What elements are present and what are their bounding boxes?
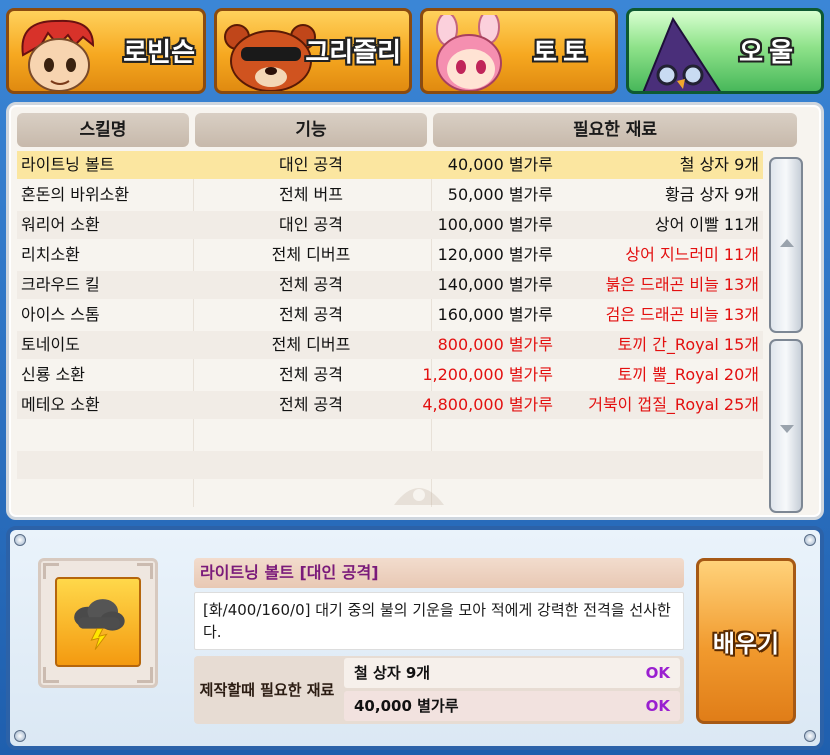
skill-name: 신룡 소환 [21, 365, 85, 384]
skill-function: 전체 디버프 [271, 245, 351, 264]
skill-powder: 40,000 별가루 [447, 155, 553, 174]
skill-icon-button[interactable] [55, 577, 141, 667]
skill-material: 거북이 껍질_Royal 25개 [588, 395, 759, 414]
skill-name: 혼돈의 바위소환 [21, 185, 130, 204]
requirement-status: OK [645, 664, 670, 682]
rivet-icon [804, 730, 816, 742]
table-row[interactable]: 메테오 소환 전체 공격 4,800,000 별가루 거북이 껍질_Royal … [17, 391, 763, 419]
skill-material: 토끼 뿔_Royal 20개 [617, 365, 759, 384]
skill-powder: 4,800,000 별가루 [422, 395, 553, 414]
frame-corner [137, 667, 153, 683]
required-materials-label: 제작할때 필요한 재료 [199, 681, 335, 699]
skill-powder: 100,000 별가루 [437, 215, 553, 234]
header-materials: 필요한 재료 [433, 113, 797, 147]
skill-icon-frame [38, 558, 158, 688]
frame-corner [137, 563, 153, 579]
watermark-emblem-icon [394, 488, 444, 505]
skill-list-panel: 스킬명 기능 필요한 재료 라이트닝 볼트 대인 공격 40,000 별가루 철… [6, 102, 824, 520]
skill-powder: 120,000 별가루 [437, 245, 553, 264]
table-row[interactable]: 라이트닝 볼트 대인 공격 40,000 별가루 철 상자 9개 [17, 151, 763, 179]
skill-detail-title: 라이트닝 볼트 [대인 공격] [194, 558, 684, 588]
skill-table-header: 스킬명 기능 필요한 재료 [17, 113, 797, 147]
header-function: 기능 [195, 113, 427, 147]
scroll-up-button[interactable] [769, 157, 803, 333]
learn-button[interactable]: 배우기 [696, 558, 796, 724]
rivet-icon [14, 730, 26, 742]
skill-name: 토네이도 [21, 335, 80, 354]
skill-powder: 1,200,000 별가루 [422, 365, 553, 384]
table-row[interactable]: 리치소환 전체 디버프 120,000 별가루 상어 지느러미 11개 [17, 241, 763, 269]
rivet-icon [804, 534, 816, 546]
table-row[interactable]: 신룡 소환 전체 공격 1,200,000 별가루 토끼 뿔_Royal 20개 [17, 361, 763, 389]
tab-owl-label: 오울 [739, 38, 799, 68]
skill-shop-window: 로빈슨 그리즐리 토토 오울 스킬명 기능 필요한 재료 라이트닝 볼트 대인 … [0, 0, 830, 755]
skill-name: 워리어 소환 [21, 215, 100, 234]
skill-name: 크라우드 킬 [21, 275, 100, 294]
tab-toto-label: 토토 [533, 38, 593, 68]
skill-material: 상어 이빨 11개 [654, 215, 759, 234]
skill-function: 대인 공격 [279, 155, 343, 174]
skill-material: 붉은 드래곤 비늘 13개 [605, 275, 759, 294]
requirement-row: 철 상자 9개 OK [344, 658, 680, 688]
empty-row [17, 451, 763, 479]
requirement-status: OK [645, 697, 670, 715]
skill-powder: 50,000 별가루 [447, 185, 553, 204]
skill-function: 전체 공격 [279, 365, 343, 384]
skill-function: 전체 공격 [279, 395, 343, 414]
skill-name: 라이트닝 볼트 [21, 155, 115, 174]
skill-function: 전체 디버프 [271, 335, 351, 354]
skill-detail-panel: 라이트닝 볼트 [대인 공격] [화/400/160/0] 대기 중의 불의 기… [6, 526, 824, 750]
skill-function: 전체 버프 [279, 185, 343, 204]
tab-robinson[interactable]: 로빈슨 [6, 8, 206, 94]
requirement-row: 40,000 별가루 OK [344, 691, 680, 721]
required-materials: 제작할때 필요한 재료 철 상자 9개 OK 40,000 별가루 OK [194, 656, 684, 724]
toto-portrait-icon [436, 15, 502, 91]
empty-row [17, 421, 763, 449]
tab-owl[interactable]: 오울 [626, 8, 824, 94]
table-row[interactable]: 아이스 스톰 전체 공격 160,000 별가루 검은 드래곤 비늘 13개 [17, 301, 763, 329]
skill-powder: 160,000 별가루 [437, 305, 553, 324]
skill-material: 토끼 간_Royal 15개 [617, 335, 759, 354]
skill-name: 아이스 스톰 [21, 305, 100, 324]
header-skill-name: 스킬명 [17, 113, 189, 147]
skill-function: 전체 공격 [279, 275, 343, 294]
requirement-text: 40,000 별가루 [354, 697, 459, 715]
list-scrollbar [769, 157, 803, 513]
tab-grizzly-label: 그리즐리 [305, 38, 401, 68]
frame-corner [43, 667, 59, 683]
table-row[interactable]: 크라우드 킬 전체 공격 140,000 별가루 붉은 드래곤 비늘 13개 [17, 271, 763, 299]
up-arrow-icon [780, 239, 794, 247]
skill-material: 철 상자 9개 [679, 155, 759, 174]
skill-rows: 라이트닝 볼트 대인 공격 40,000 별가루 철 상자 9개 혼돈의 바위소… [17, 151, 763, 511]
robinson-portrait-icon [21, 19, 95, 91]
table-row[interactable]: 워리어 소환 대인 공격 100,000 별가루 상어 이빨 11개 [17, 211, 763, 239]
tab-robinson-label: 로빈슨 [123, 38, 195, 68]
skill-function: 대인 공격 [279, 215, 343, 234]
skill-powder: 140,000 별가루 [437, 275, 553, 294]
owl-portrait-icon [642, 16, 721, 91]
rivet-icon [14, 534, 26, 546]
skill-name: 리치소환 [21, 245, 80, 264]
requirement-text: 철 상자 9개 [354, 664, 431, 682]
skill-name: 메테오 소환 [21, 395, 100, 414]
storm-cloud-icon [74, 599, 125, 650]
skill-function: 전체 공격 [279, 305, 343, 324]
skill-material: 상어 지느러미 11개 [625, 245, 759, 264]
skill-powder: 800,000 별가루 [437, 335, 553, 354]
skill-material: 황금 상자 9개 [665, 185, 759, 204]
table-row[interactable]: 토네이도 전체 디버프 800,000 별가루 토끼 간_Royal 15개 [17, 331, 763, 359]
tab-toto[interactable]: 토토 [420, 8, 618, 94]
tab-grizzly[interactable]: 그리즐리 [214, 8, 412, 94]
skill-description: [화/400/160/0] 대기 중의 불의 기운을 모아 적에게 강력한 전격… [194, 592, 684, 650]
scroll-down-button[interactable] [769, 339, 803, 513]
learn-button-label: 배우기 [712, 629, 780, 658]
table-row[interactable]: 혼돈의 바위소환 전체 버프 50,000 별가루 황금 상자 9개 [17, 181, 763, 209]
skill-material: 검은 드래곤 비늘 13개 [605, 305, 759, 324]
npc-tabs: 로빈슨 그리즐리 토토 오울 [6, 8, 824, 96]
down-arrow-icon [780, 425, 794, 433]
